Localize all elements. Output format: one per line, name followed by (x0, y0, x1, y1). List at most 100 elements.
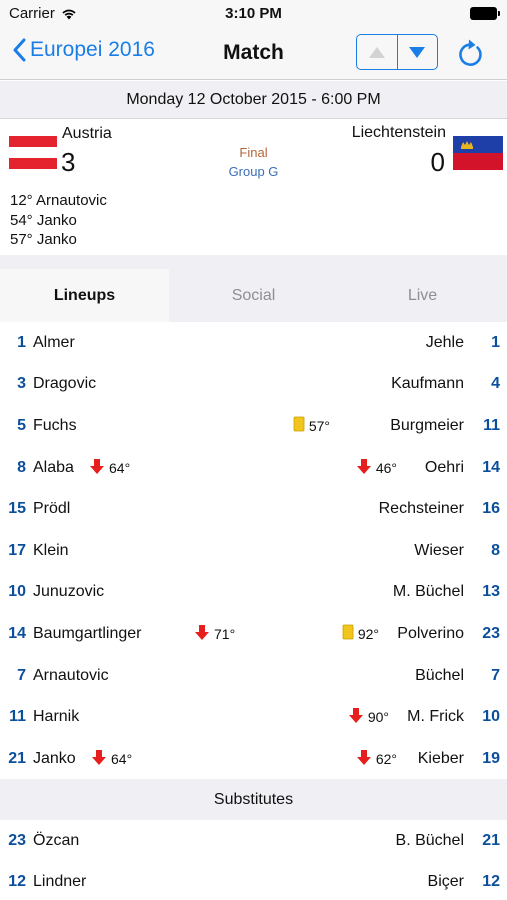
lineup-row: 5 Fuchs 57° Burgmeier 11 (0, 405, 507, 447)
triangle-up-icon (368, 46, 385, 58)
clock: 3:10 PM (225, 5, 282, 22)
away-player-event: 92° (342, 613, 379, 655)
home-player-event: 64° (91, 738, 132, 780)
home-event-minute: 71° (214, 625, 236, 642)
lineup-row: 3 Dragovic Kaufmann 4 (0, 364, 507, 406)
home-player-number: 21 (8, 749, 26, 767)
back-button-label: Europei 2016 (30, 38, 155, 61)
away-player-number: 8 (491, 541, 500, 559)
sub-out-arrow-icon (356, 458, 372, 478)
home-player-number: 3 (17, 375, 26, 393)
home-player-name: Baumgartlinger (33, 624, 142, 642)
away-player-name: Wieser (414, 541, 464, 559)
away-player-name: Biçer (427, 873, 464, 891)
refresh-icon (459, 39, 482, 66)
home-event-minute: 64° (109, 459, 131, 476)
away-player-name: Rechsteiner (378, 500, 464, 518)
chevron-left-icon (13, 38, 26, 62)
next-match-button[interactable] (398, 35, 438, 69)
tab-lineups[interactable]: Lineups (0, 269, 169, 322)
away-player-name: B. Büchel (395, 831, 464, 849)
home-player-name: Janko (33, 749, 76, 767)
home-player-number: 15 (8, 500, 26, 518)
home-player-event: 64° (89, 447, 130, 489)
battery-icon (470, 7, 500, 20)
away-player-number: 14 (482, 458, 500, 476)
status-bar: Carrier 3:10 PM (0, 0, 507, 28)
match-tabs: Lineups Social Live (0, 269, 507, 322)
away-player-name: Oehri (424, 458, 464, 476)
away-event-minute: 90° (367, 709, 389, 726)
home-player-name: Junuzovic (33, 583, 105, 601)
yellow-card-icon (342, 624, 354, 643)
sub-out-arrow-icon (356, 749, 372, 769)
substitutes-list: 23 Özcan B. Büchel 21 12 Lindner Biçer 12 (0, 820, 507, 900)
away-player-event: 46° (356, 447, 397, 489)
away-player-event: 62° (356, 738, 397, 780)
home-player-name: Arnautovic (33, 666, 109, 684)
tab-live[interactable]: Live (338, 269, 507, 322)
away-player-event: 90° (348, 696, 389, 738)
away-player-name: M. Büchel (392, 583, 464, 601)
back-button[interactable]: Europei 2016 (12, 38, 155, 62)
lineup-row: 21 Janko 64° 62° Kieber 19 (0, 738, 507, 780)
home-player-name: Klein (33, 541, 69, 559)
lineup-row: 10 Junuzovic M. Büchel 13 (0, 572, 507, 614)
match-navigation-control (356, 34, 438, 70)
lineup-row: 1 Almer Jehle 1 (0, 322, 507, 364)
home-player-number: 17 (8, 541, 26, 559)
away-player-number: 1 (491, 333, 500, 351)
away-player-number: 4 (491, 375, 500, 393)
home-player-name: Almer (33, 333, 75, 351)
away-player-name: Kieber (417, 749, 464, 767)
home-player-number: 1 (17, 333, 26, 351)
home-player-name: Özcan (33, 831, 80, 849)
away-player-name: Burgmeier (390, 416, 464, 434)
section-divider (0, 255, 507, 269)
sub-out-arrow-icon (91, 749, 107, 769)
tab-social[interactable]: Social (169, 269, 338, 322)
away-player-name: M. Frick (407, 708, 464, 726)
away-player-number: 19 (482, 749, 500, 767)
away-team-name: Liechtenstein (351, 124, 446, 141)
match-date: Monday 12 October 2015 - 6:00 PM (0, 81, 507, 119)
away-player-number: 11 (483, 416, 500, 434)
away-player-number: 7 (491, 666, 500, 684)
home-player-number: 12 (8, 873, 26, 891)
away-player-name: Polverino (397, 624, 464, 642)
sub-out-arrow-icon (194, 624, 210, 644)
away-team-score: 0 (430, 147, 445, 177)
sub-out-arrow-icon (348, 707, 364, 727)
away-player-name: Kaufmann (391, 375, 464, 393)
match-header: Austria 3 Final Group G Liechtenstein 0 … (0, 119, 507, 269)
previous-match-button[interactable] (357, 35, 398, 69)
away-player-number: 10 (482, 708, 500, 726)
home-player-number: 10 (8, 583, 26, 601)
away-player-event: 57° (293, 405, 330, 447)
liechtenstein-flag-icon (453, 136, 503, 170)
navigation-bar: Europei 2016 Match (0, 28, 507, 80)
away-player-number: 23 (482, 624, 500, 642)
away-event-minute: 62° (375, 750, 397, 767)
goal-list: 12° Arnautovic 54° Janko 57° Janko (10, 191, 107, 250)
lineup-row: 14 Baumgartlinger 71° 92° Polverino 23 (0, 613, 507, 655)
goal-item: 54° Janko (10, 211, 77, 229)
home-player-number: 11 (9, 708, 26, 726)
substitute-row: 23 Özcan B. Büchel 21 (0, 820, 507, 862)
goal-item: 12° Arnautovic (10, 192, 107, 209)
home-player-number: 14 (8, 624, 26, 642)
sub-out-arrow-icon (89, 458, 105, 478)
away-player-number: 12 (482, 873, 500, 891)
away-player-number: 16 (482, 500, 500, 518)
home-player-name: Prödl (33, 500, 71, 518)
lineup-row: 11 Harnik 90° M. Frick 10 (0, 696, 507, 738)
away-player-name: Büchel (415, 666, 464, 684)
away-player-number: 13 (482, 583, 500, 601)
home-player-number: 7 (17, 666, 26, 684)
home-player-number: 23 (8, 831, 26, 849)
refresh-button[interactable] (457, 38, 485, 73)
home-player-number: 8 (17, 458, 26, 476)
away-event-minute: 57° (308, 417, 330, 434)
home-player-name: Alaba (33, 458, 74, 476)
home-player-name: Dragovic (33, 375, 97, 393)
